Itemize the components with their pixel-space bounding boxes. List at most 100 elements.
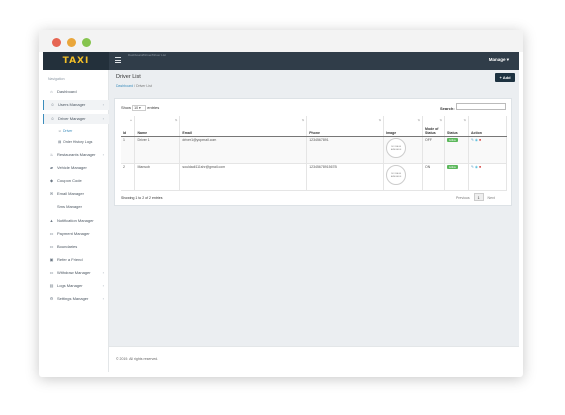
sidebar-subitem-label: Driver [63, 129, 73, 133]
column-header-mode-of-status[interactable]: ⇅ Mode of Status [422, 116, 446, 137]
sidebar-item-refer-a-friend[interactable]: ▣ Refer a Friend [43, 255, 109, 265]
sidebar-item-label: Refer a Friend [57, 257, 83, 262]
window-chrome [39, 30, 523, 52]
sidebar-subitem-order-history-logs[interactable]: ▤ Order History Logs [43, 138, 109, 147]
sidebar-item-users-manager[interactable]: ☺ Users Manager › [43, 100, 109, 110]
add-driver-button[interactable]: + Add [495, 73, 515, 82]
no-image-placeholder: NO IMAGE AVAILABLE [386, 164, 407, 185]
sidebar-item-label: Restaurants Manager [57, 152, 96, 157]
column-header-status[interactable]: ⇅ Status [444, 116, 469, 137]
sidebar-item-withdraw-manager[interactable]: ▭ Withdraw Manager › [43, 268, 109, 278]
no-image-placeholder: NO IMAGE AVAILABLE [386, 137, 407, 158]
column-header-label: Image [386, 130, 397, 135]
sidebar-item-notification-manager[interactable]: ▲ Notification Manager [43, 216, 109, 226]
chevron-right-icon: › [102, 152, 104, 157]
admin-app: TAXI Dashboard/Driver/Driver List Manage… [43, 52, 519, 372]
cell-mode-of-status: OFF [422, 136, 446, 164]
search-label: Search: [440, 106, 455, 111]
sort-icon: ⇅ [301, 118, 305, 122]
search-input[interactable] [456, 103, 506, 110]
close-dot-icon[interactable] [52, 38, 61, 47]
column-header-label: Action [471, 130, 482, 135]
column-header-label: Mode of Status [425, 126, 439, 135]
sidebar-item-label: Notification Manager [57, 218, 94, 223]
sidebar-item-coupon-code[interactable]: ◆ Coupon Code [43, 176, 109, 186]
sidebar-item-label: Driver Manager [58, 116, 86, 121]
sidebar-subitem-driver[interactable]: ☺ Driver [43, 127, 109, 136]
footer: © 2019. All rights reserved. [109, 346, 519, 372]
sort-icon: ⇅ [463, 118, 466, 122]
minimize-dot-icon[interactable] [67, 38, 76, 47]
view-icon[interactable]: ◉ [475, 165, 478, 169]
entries-select[interactable]: 10 ▾ [132, 105, 147, 111]
cell-name: Driver 1 [134, 136, 181, 164]
sidebar-item-vehicle-manager[interactable]: ▰ Vehicle Manager [43, 163, 109, 173]
faint-header-text: Dashboard/Driver/Driver List [128, 53, 166, 57]
sort-icon: ⇅ [439, 118, 443, 122]
browser-window: TAXI Dashboard/Driver/Driver List Manage… [39, 30, 523, 377]
breadcrumb-home-link[interactable]: Dashboard [116, 84, 133, 88]
column-header-email[interactable]: ⇅ Email [179, 116, 308, 137]
sidebar-item-payment-manager[interactable]: ▭ Payment Manager [43, 229, 109, 239]
chevron-right-icon: › [102, 296, 104, 301]
gear-icon: ⚙ [49, 296, 54, 301]
sidebar-item-label: Users Manager [58, 102, 86, 107]
sidebar-item-settings-manager[interactable]: ⚙ Settings Manager › [43, 294, 109, 304]
sidebar-item-logs-manager[interactable]: ▤ Logs Manager › [43, 281, 109, 291]
manage-dropdown[interactable]: Manage ▾ [489, 57, 509, 63]
column-header-name[interactable]: ⇅ Name [134, 116, 181, 137]
cell-image: NO IMAGE AVAILABLE [383, 136, 424, 164]
sidebar-item-dashboard[interactable]: ⌂ Dashboard [43, 87, 109, 97]
bell-icon: ▲ [49, 218, 54, 223]
main-content: Driver List Dashboard / Driver List + Ad… [109, 70, 519, 372]
tag-icon: ◆ [49, 178, 54, 183]
sidebar-item-label: Logs Manager [57, 283, 83, 288]
column-header-phone[interactable]: ⇅ Phone [306, 116, 385, 137]
table-row: 2 Mansob souldadi111shr@gmail.com 123456… [121, 163, 507, 191]
chevron-right-icon: › [102, 116, 104, 121]
breadcrumb: Dashboard / Driver List [116, 84, 152, 88]
cell-actions: ✎ ◉ ■ [468, 136, 507, 164]
sidebar-item-email-manager[interactable]: ✉ Email Manager [43, 189, 109, 199]
sidebar-item-label: Settings Manager [57, 296, 89, 301]
next-page-button[interactable]: Next [485, 194, 498, 202]
logo[interactable]: TAXI [43, 52, 109, 70]
cell-email: driver1@yopmail.com [179, 136, 308, 164]
column-header-image[interactable]: ⇅ Image [383, 116, 424, 137]
delete-icon[interactable]: ■ [479, 138, 481, 142]
breadcrumb-separator: / [134, 84, 136, 88]
page-length-control: Show 10 ▾ entries [121, 105, 159, 111]
column-header-id[interactable]: ▲ Id [121, 116, 136, 137]
page-1-button[interactable]: 1 [473, 193, 484, 201]
sidebar-item-label: Payment Manager [57, 231, 90, 236]
cell-actions: ✎ ◉ ■ [468, 163, 507, 191]
edit-icon[interactable]: ✎ [471, 165, 474, 169]
driver-list-panel: Show 10 ▾ entries Search: ▲ Id ⇅ Name ⇅ Ema… [114, 98, 512, 206]
edit-icon[interactable]: ✎ [471, 138, 474, 142]
sort-icon: ⇅ [378, 118, 382, 122]
sidebar-item-restaurants-manager[interactable]: ♨ Restaurants Manager › [43, 150, 109, 160]
status-badge[interactable]: Active [447, 138, 458, 142]
sidebar-item-label: Coupon Code [57, 178, 82, 183]
sidebar-item-driver-manager[interactable]: ☺ Driver Manager › [43, 114, 109, 124]
maximize-dot-icon[interactable] [82, 38, 91, 47]
column-header-label: Phone [309, 130, 320, 135]
user-icon: ☺ [58, 129, 62, 133]
pagination: Previous 1 Next [453, 193, 498, 201]
status-badge[interactable]: Active [447, 165, 458, 169]
home-icon: ⌂ [50, 89, 53, 94]
chevron-right-icon: › [102, 270, 104, 275]
entries-label: entries [147, 105, 160, 111]
delete-icon[interactable]: ■ [479, 165, 481, 169]
cell-mode-of-status: ON [422, 163, 446, 191]
sidebar-subitem-label: Order History Logs [63, 140, 93, 144]
view-icon[interactable]: ◉ [475, 138, 478, 142]
hamburger-menu-icon[interactable] [115, 57, 121, 63]
column-header-label: Status [447, 130, 458, 135]
column-header-label: Email [182, 130, 192, 135]
previous-page-button[interactable]: Previous [453, 194, 473, 202]
sidebar-item-boundaries[interactable]: ▭ Boundaries [43, 242, 109, 252]
page-title: Driver List [116, 74, 141, 80]
cell-email: souldadi111shr@gmail.com [179, 163, 308, 191]
sidebar-item-sms-manager[interactable]: Sms Manager [43, 202, 109, 212]
